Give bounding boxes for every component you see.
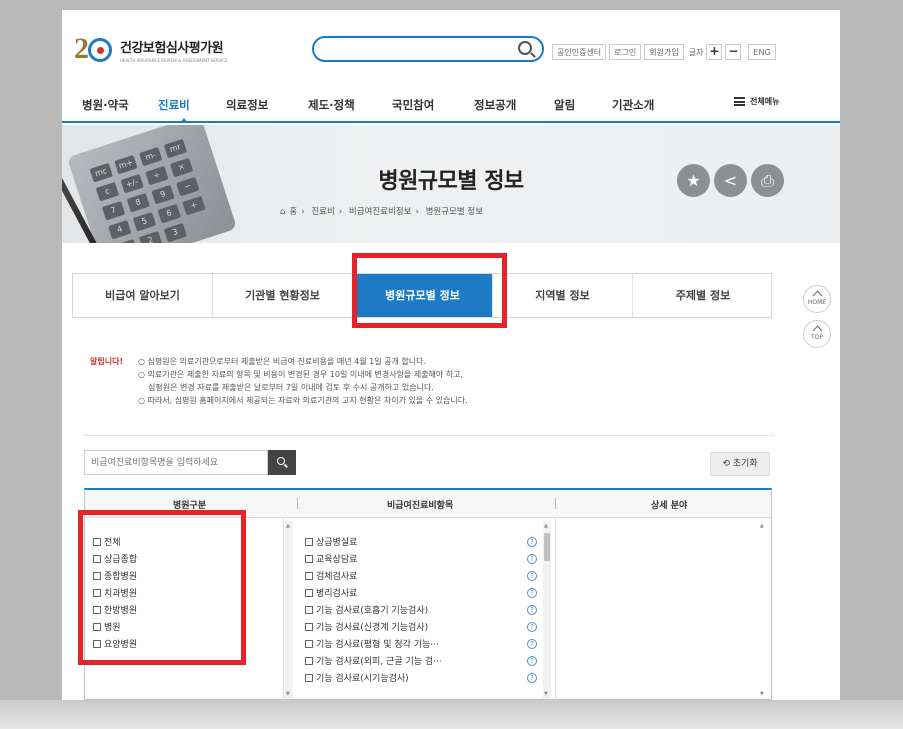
breadcrumb: ⌂ 홈 › 진료비 › 비급여진료비정보 › 병원규모별 정보 bbox=[280, 207, 484, 217]
item-row[interactable]: 기능 검사료(신경계 기능검사) bbox=[305, 618, 442, 635]
help-icon[interactable]: ? bbox=[527, 588, 537, 598]
logo-title: 건강보험심사평가원 bbox=[120, 41, 224, 56]
background-floor bbox=[0, 700, 903, 729]
font-increase-button[interactable]: + bbox=[706, 44, 723, 60]
nav-item-fees[interactable]: 진료비 bbox=[158, 97, 190, 113]
item-row[interactable]: 병리검사료 bbox=[305, 584, 442, 601]
checkbox[interactable] bbox=[305, 588, 313, 597]
help-icon[interactable]: ? bbox=[527, 673, 537, 683]
notice-line-1: ○ 심평원은 의료기관으로부터 제출받은 비급여 진료비용을 매년 4월 1일 … bbox=[138, 357, 427, 366]
item-row[interactable]: 기능 검사료(평형 및 청각 기능··· bbox=[305, 635, 442, 652]
item-row[interactable]: 교육상담료 bbox=[305, 550, 442, 567]
browser-page: 2 건강보험심사평가원 HEALTH INSURANCE REVIEW & AS… bbox=[62, 10, 840, 700]
divider bbox=[84, 435, 774, 436]
logo[interactable]: 2 건강보험심사평가원 HEALTH INSURANCE REVIEW & AS… bbox=[74, 32, 228, 65]
checkbox[interactable] bbox=[305, 673, 313, 682]
highlight-box-tab bbox=[352, 253, 507, 328]
header-detail: 상세 분야 bbox=[651, 501, 688, 511]
reset-button[interactable]: ⟲ 초기화 bbox=[710, 452, 770, 476]
search-icon[interactable] bbox=[518, 41, 532, 55]
help-icon[interactable]: ? bbox=[527, 537, 537, 547]
nav-item-medinfo[interactable]: 의료정보 bbox=[226, 97, 268, 113]
scrollbar-detail[interactable]: ▲ ▼ bbox=[759, 521, 767, 699]
checkbox[interactable] bbox=[305, 622, 313, 631]
home-icon[interactable]: ⌂ bbox=[280, 207, 285, 217]
checkbox[interactable] bbox=[305, 537, 313, 546]
help-icon[interactable]: ? bbox=[527, 639, 537, 649]
all-menu-label: 전체메뉴 bbox=[750, 97, 780, 106]
item-row[interactable]: 검체검사료 bbox=[305, 567, 442, 584]
help-icon[interactable]: ? bbox=[527, 554, 537, 564]
main-nav: 병원·약국 진료비 의료정보 제도·정책 국민참여 정보공개 알림 기관소개 전… bbox=[62, 85, 840, 123]
item-row[interactable]: 기능 검사료(호흡기 기능검사) bbox=[305, 601, 442, 618]
font-size-label: 글자 bbox=[688, 47, 704, 57]
item-search-button[interactable] bbox=[268, 450, 296, 475]
breadcrumb-fees[interactable]: 진료비 bbox=[311, 207, 334, 217]
top-side-button[interactable]: TOP bbox=[803, 320, 831, 348]
item-row[interactable]: 상급병실료 bbox=[305, 533, 442, 550]
print-button[interactable]: ⎙ bbox=[751, 164, 784, 197]
login-link[interactable]: 로그인 bbox=[609, 44, 642, 60]
checkbox[interactable] bbox=[305, 605, 313, 614]
item-row[interactable]: 기능 검사료(외피, 근골 기능 검··· bbox=[305, 652, 442, 669]
nav-item-participation[interactable]: 국민참여 bbox=[392, 97, 434, 113]
notice-heading: 알립니다! bbox=[90, 357, 124, 366]
nav-item-about[interactable]: 기관소개 bbox=[612, 97, 654, 113]
share-icon: < bbox=[723, 171, 738, 190]
item-row[interactable]: 기능 검사료(시기능검사) bbox=[305, 669, 442, 686]
all-menu-button[interactable]: 전체메뉴 bbox=[734, 96, 779, 107]
help-icon[interactable]: ? bbox=[527, 571, 537, 581]
active-nav-indicator bbox=[180, 118, 188, 123]
share-button[interactable]: < bbox=[714, 164, 747, 197]
tab-institution-status[interactable]: 기관별 현황정보 bbox=[213, 274, 353, 317]
nav-item-disclosure[interactable]: 정보공개 bbox=[474, 97, 516, 113]
english-link[interactable]: ENG bbox=[748, 44, 776, 60]
font-decrease-button[interactable]: − bbox=[725, 44, 742, 60]
favorite-button[interactable]: ★ bbox=[677, 164, 710, 197]
breadcrumb-nonbenefit[interactable]: 비급여진료비정보 bbox=[349, 207, 412, 217]
nav-item-hospital[interactable]: 병원·약국 bbox=[82, 97, 129, 113]
page-banner: mc m+ m- mr c +/- ÷ × 7 8 9 − 4 5 6 + 1 … bbox=[62, 125, 840, 243]
checkbox[interactable] bbox=[305, 571, 313, 580]
search-icon bbox=[277, 457, 285, 465]
notice-line-4: ○ 따라서, 심평원 홈페이지에서 제공되는 자료와 의료기관의 고지 현황은 … bbox=[138, 396, 468, 405]
utility-links: 공인인증센터 로그인 회원가입 글자 + − ENG bbox=[552, 44, 776, 60]
scrollbar-thumb[interactable] bbox=[544, 533, 550, 561]
checkbox[interactable] bbox=[305, 639, 313, 648]
nav-item-policy[interactable]: 제도·정책 bbox=[308, 97, 355, 113]
hamburger-icon bbox=[734, 97, 745, 106]
help-icon[interactable]: ? bbox=[527, 656, 537, 666]
notice-line-3: 심평원은 변경 자료를 제출받은 날로부터 7일 이내에 검토 후 수시 공개하… bbox=[148, 383, 434, 392]
item-search-input[interactable] bbox=[84, 450, 268, 475]
tab-nonbenefit-intro[interactable]: 비급여 알아보기 bbox=[73, 274, 213, 317]
cert-center-link[interactable]: 공인인증센터 bbox=[552, 44, 607, 60]
signup-link[interactable]: 회원가입 bbox=[644, 44, 684, 60]
top-bar: 2 건강보험심사평가원 HEALTH INSURANCE REVIEW & AS… bbox=[62, 10, 840, 85]
notice-box: 알립니다! ○ 심평원은 의료기관으로부터 제출받은 비급여 진료비용을 매년 … bbox=[90, 355, 468, 407]
item-list: 상급병실료 교육상담료 검체검사료 병리검사료 기능 검사료(호흡기 기능검사)… bbox=[305, 533, 442, 686]
tab-topic[interactable]: 주제별 정보 bbox=[633, 274, 773, 317]
help-icon[interactable]: ? bbox=[527, 622, 537, 632]
notice-line-2: ○ 의료기관은 제출한 자료의 항목 및 비용이 변경된 경우 10일 이내에 … bbox=[138, 370, 464, 379]
checkbox[interactable] bbox=[305, 656, 313, 665]
scrollbar-items[interactable]: ▲ ▼ bbox=[543, 521, 551, 699]
help-icon[interactable]: ? bbox=[527, 605, 537, 615]
star-icon: ★ bbox=[686, 171, 701, 190]
breadcrumb-home[interactable]: 홈 bbox=[289, 207, 297, 217]
nav-item-notice[interactable]: 알림 bbox=[554, 97, 575, 113]
home-side-button[interactable]: HOME bbox=[803, 285, 831, 313]
logo-subtitle: HEALTH INSURANCE REVIEW & ASSESSMENT SER… bbox=[120, 58, 228, 63]
highlight-box-hospital-type bbox=[78, 510, 246, 665]
breadcrumb-current: 병원규모별 정보 bbox=[425, 207, 484, 217]
logo-emblem: 2 bbox=[74, 32, 114, 65]
print-icon: ⎙ bbox=[761, 171, 774, 190]
header-item: 비급여진료비항목 bbox=[387, 501, 454, 511]
scrollbar-hospital-type[interactable]: ▲ ▼ bbox=[285, 521, 293, 699]
tab-region[interactable]: 지역별 정보 bbox=[493, 274, 633, 317]
checkbox[interactable] bbox=[305, 554, 313, 563]
site-search-input[interactable] bbox=[312, 36, 544, 62]
